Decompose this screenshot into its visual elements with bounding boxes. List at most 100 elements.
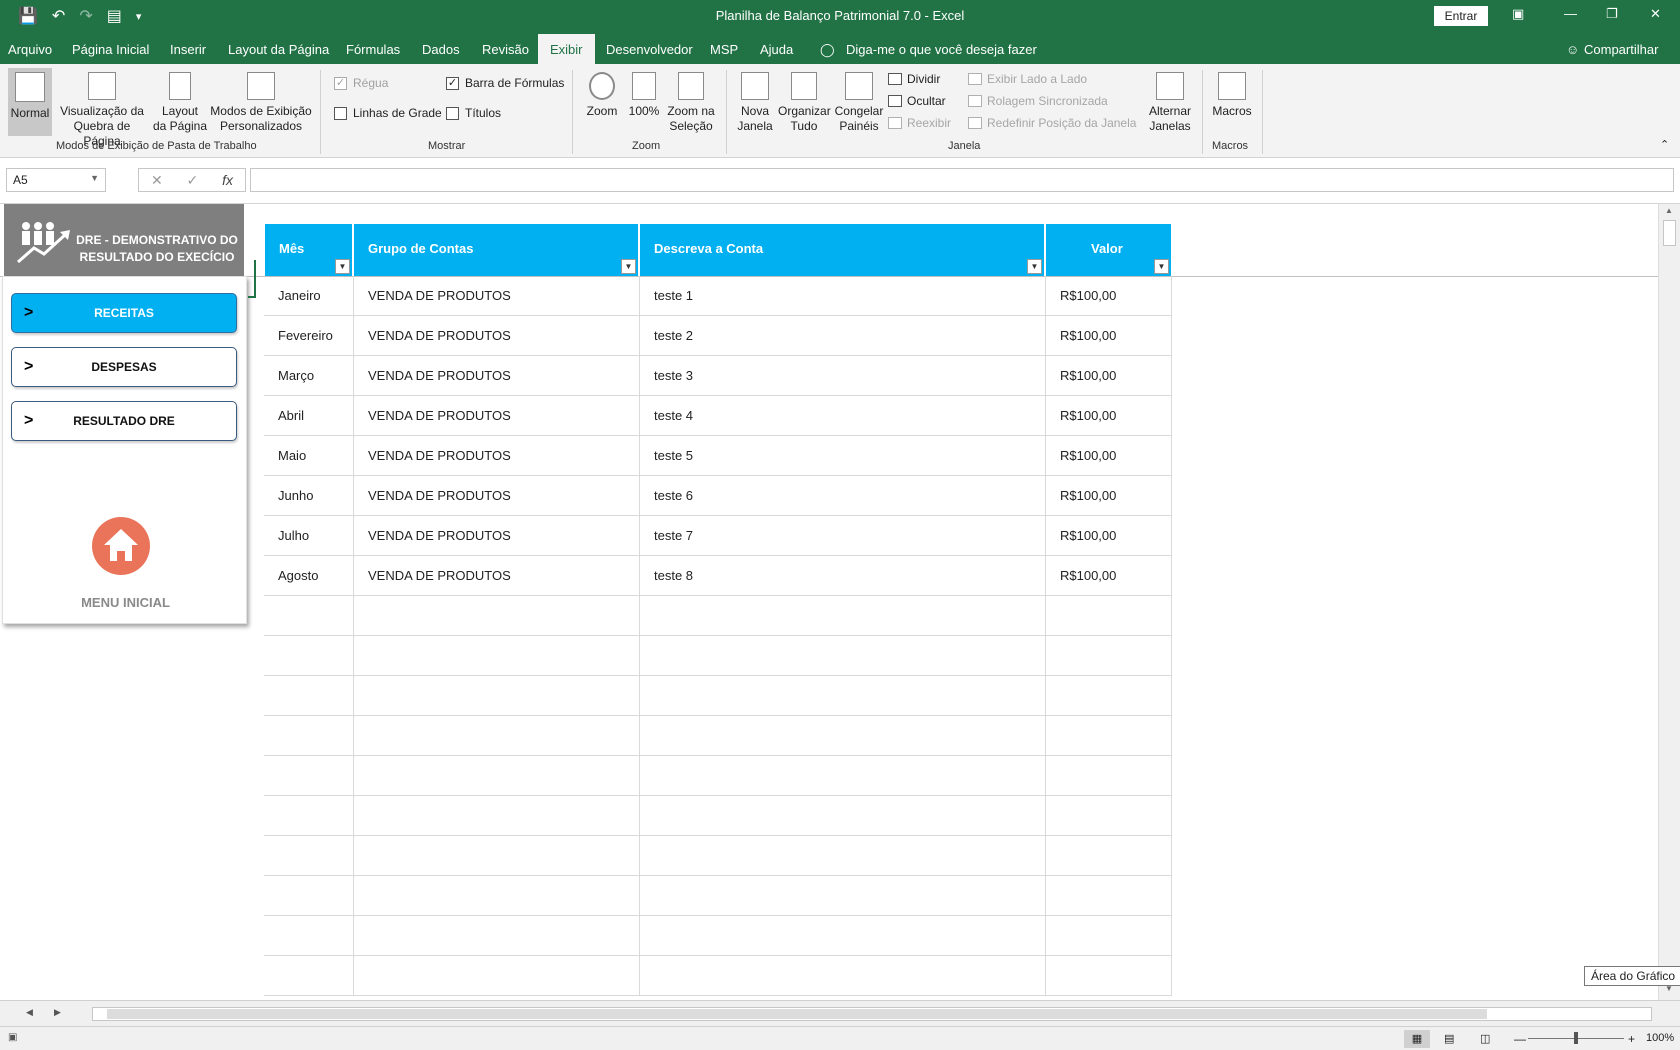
cell-mes[interactable]: Fevereiro <box>264 316 354 356</box>
cell-mes[interactable]: Julho <box>264 516 354 556</box>
cell-mes[interactable] <box>264 836 354 876</box>
cell-mes[interactable] <box>264 756 354 796</box>
cell-grupo[interactable] <box>354 876 640 916</box>
cell-valor[interactable] <box>1046 836 1172 876</box>
cell-descreva[interactable] <box>640 676 1046 716</box>
cell-mes[interactable] <box>264 956 354 996</box>
cell-grupo[interactable] <box>354 956 640 996</box>
cell-mes[interactable]: Março <box>264 356 354 396</box>
cell-descreva[interactable]: teste 4 <box>640 396 1046 436</box>
cell-mes[interactable] <box>264 876 354 916</box>
cell-valor[interactable] <box>1046 916 1172 956</box>
cell-mes[interactable] <box>264 596 354 636</box>
reset-position-button[interactable]: Redefinir Posição da Janela <box>968 116 1136 130</box>
page-break-view-button[interactable]: Visualização da Quebra de Página <box>54 72 150 149</box>
cell-descreva[interactable] <box>640 636 1046 676</box>
page-layout-status-icon[interactable]: ▤ <box>1444 1030 1454 1048</box>
hide-button[interactable]: Ocultar <box>888 94 946 108</box>
cell-grupo[interactable] <box>354 596 640 636</box>
cell-grupo[interactable]: VENDA DE PRODUTOS <box>354 396 640 436</box>
new-window-button[interactable]: Nova Janela <box>734 72 776 134</box>
cell-mes[interactable] <box>264 796 354 836</box>
cell-mes[interactable]: Maio <box>264 436 354 476</box>
split-button[interactable]: Dividir <box>888 72 940 86</box>
tab-desenvolvedor[interactable]: Desenvolvedor <box>606 42 693 57</box>
cell-grupo[interactable]: VENDA DE PRODUTOS <box>354 316 640 356</box>
worksheet[interactable]: DRE - DEMONSTRATIVO DO RESULTADO DO EXEC… <box>0 204 1658 1000</box>
page-break-status-icon[interactable]: ◫ <box>1480 1030 1490 1048</box>
cancel-icon[interactable]: ✕ <box>151 172 163 189</box>
macros-button[interactable]: Macros <box>1208 72 1256 119</box>
cell-valor[interactable]: R$100,00 <box>1046 516 1172 556</box>
cell-valor[interactable]: R$100,00 <box>1046 556 1172 596</box>
filter-dropdown-icon[interactable]: ▼ <box>1027 259 1042 274</box>
cell-grupo[interactable]: VENDA DE PRODUTOS <box>354 556 640 596</box>
tab-exibir[interactable]: Exibir <box>538 34 595 64</box>
cell-valor[interactable] <box>1046 756 1172 796</box>
filter-dropdown-icon[interactable]: ▼ <box>1154 259 1169 274</box>
formula-input[interactable] <box>250 168 1674 192</box>
cell-descreva[interactable] <box>640 876 1046 916</box>
restore-icon[interactable]: ❐ <box>1606 6 1618 22</box>
cell-descreva[interactable] <box>640 716 1046 756</box>
cell-mes[interactable] <box>264 636 354 676</box>
prev-sheet-icon[interactable]: ◀ <box>26 1007 33 1018</box>
cell-descreva[interactable] <box>640 956 1046 996</box>
scroll-up-icon[interactable]: ▲ <box>1665 206 1673 215</box>
horizontal-scrollbar[interactable] <box>92 1007 1652 1021</box>
filter-dropdown-icon[interactable]: ▼ <box>335 259 350 274</box>
cell-grupo[interactable] <box>354 676 640 716</box>
cell-mes[interactable]: Abril <box>264 396 354 436</box>
tab-arquivo[interactable]: Arquivo <box>8 42 52 57</box>
cell-valor[interactable]: R$100,00 <box>1046 356 1172 396</box>
cell-grupo[interactable]: VENDA DE PRODUTOS <box>354 436 640 476</box>
cell-grupo[interactable] <box>354 796 640 836</box>
cell-grupo[interactable] <box>354 636 640 676</box>
cell-valor[interactable] <box>1046 796 1172 836</box>
side-by-side-button[interactable]: Exibir Lado a Lado <box>968 72 1087 86</box>
cell-mes[interactable] <box>264 716 354 756</box>
close-icon[interactable]: ✕ <box>1650 6 1661 22</box>
arrange-all-button[interactable]: Organizar Tudo <box>778 72 831 134</box>
cell-valor[interactable]: R$100,00 <box>1046 436 1172 476</box>
cell-valor[interactable] <box>1046 636 1172 676</box>
macro-record-icon[interactable]: ▣ <box>8 1032 17 1043</box>
menu-inicial-label[interactable]: MENU INICIAL <box>3 595 248 610</box>
cell-descreva[interactable]: teste 5 <box>640 436 1046 476</box>
receitas-button[interactable]: > RECEITAS <box>11 293 237 333</box>
cell-descreva[interactable]: teste 3 <box>640 356 1046 396</box>
cell-valor[interactable] <box>1046 716 1172 756</box>
cell-mes[interactable] <box>264 916 354 956</box>
cell-valor[interactable]: R$100,00 <box>1046 476 1172 516</box>
cell-descreva[interactable] <box>640 596 1046 636</box>
ribbon-display-icon[interactable]: ▣ <box>1512 6 1524 22</box>
custom-views-button[interactable]: Modos de Exibição Personalizados <box>208 72 314 134</box>
cell-descreva[interactable]: teste 8 <box>640 556 1046 596</box>
zoom-button[interactable]: Zoom <box>582 72 622 119</box>
enter-icon[interactable]: ✓ <box>187 172 199 189</box>
cell-grupo[interactable] <box>354 716 640 756</box>
cell-descreva[interactable] <box>640 836 1046 876</box>
tab-ajuda[interactable]: Ajuda <box>760 42 793 57</box>
cell-descreva[interactable]: teste 7 <box>640 516 1046 556</box>
zoom-100-button[interactable]: 100% <box>626 72 662 119</box>
vertical-scroll-thumb[interactable] <box>1663 220 1676 246</box>
next-sheet-icon[interactable]: ▶ <box>54 1007 61 1018</box>
tab-msp[interactable]: MSP <box>710 42 738 57</box>
name-box[interactable]: A5 ▼ <box>6 168 106 192</box>
sync-scroll-button[interactable]: Rolagem Sincronizada <box>968 94 1108 108</box>
cell-descreva[interactable]: teste 1 <box>640 276 1046 316</box>
cell-descreva[interactable]: teste 6 <box>640 476 1046 516</box>
cell-descreva[interactable] <box>640 916 1046 956</box>
tab-pagina-inicial[interactable]: Página Inicial <box>72 42 149 57</box>
cell-mes[interactable] <box>264 676 354 716</box>
zoom-in-icon[interactable]: + <box>1628 1030 1635 1048</box>
cell-descreva[interactable]: teste 2 <box>640 316 1046 356</box>
share-button[interactable]: Compartilhar <box>1584 42 1658 57</box>
gridlines-checkbox[interactable]: Linhas de Grade <box>334 106 442 120</box>
cell-grupo[interactable]: VENDA DE PRODUTOS <box>354 516 640 556</box>
normal-view-button[interactable]: Normal <box>8 68 52 136</box>
freeze-panes-button[interactable]: Congelar Painéis <box>832 72 886 134</box>
formula-bar-checkbox[interactable]: ✓ Barra de Fórmulas <box>446 76 564 90</box>
cell-valor[interactable]: R$100,00 <box>1046 276 1172 316</box>
